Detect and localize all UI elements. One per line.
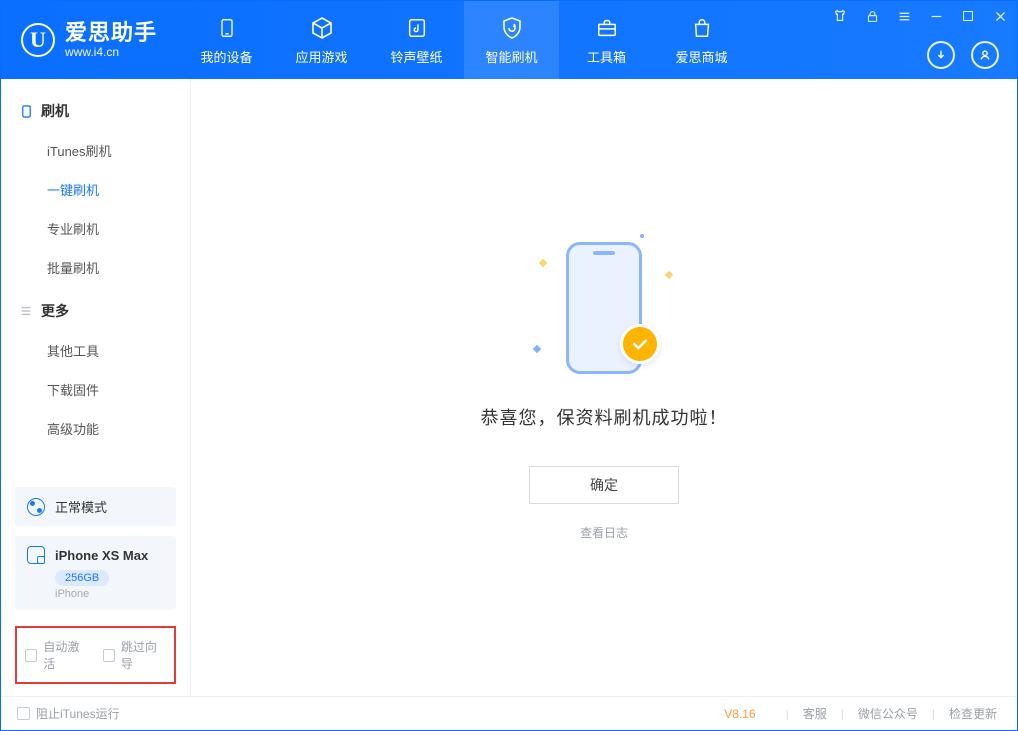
app-url: www.i4.cn [65,46,157,59]
ok-button[interactable]: 确定 [529,466,679,504]
sidebar-group-more: 更多 [1,291,190,331]
music-note-icon [404,15,430,41]
user-account-button[interactable] [971,41,999,69]
footer-link-check-update[interactable]: 检查更新 [945,705,1001,722]
sidebar-item-pro-flash[interactable]: 专业刷机 [1,209,190,248]
footer-link-wechat[interactable]: 微信公众号 [854,705,922,722]
success-illustration [534,234,674,384]
sparkle-icon [533,345,541,353]
sparkle-icon [640,234,644,238]
footer-link-support[interactable]: 客服 [799,705,831,722]
app-name: 爱思助手 [65,21,157,45]
version-label: V8.16 [724,707,755,721]
sidebar: 刷机 iTunes刷机 一键刷机 专业刷机 批量刷机 更多 其他工具 下载固件 … [1,79,191,696]
device-type: iPhone [55,588,164,600]
shopping-bag-icon [689,15,715,41]
footer: 阻止iTunes运行 V8.16 | 客服 | 微信公众号 | 检查更新 [1,696,1017,730]
sidebar-item-itunes-flash[interactable]: iTunes刷机 [1,131,190,170]
view-log-link[interactable]: 查看日志 [580,524,628,541]
main-content: 恭喜您，保资料刷机成功啦！ 确定 查看日志 [191,79,1017,696]
logo-icon: U [21,23,55,57]
mode-icon [27,498,45,516]
options-highlight-box: 自动激活 跳过向导 [15,626,176,684]
sidebar-item-other-tools[interactable]: 其他工具 [1,331,190,370]
sidebar-item-advanced[interactable]: 高级功能 [1,409,190,448]
mode-label: 正常模式 [55,497,107,516]
sidebar-item-download-firmware[interactable]: 下载固件 [1,370,190,409]
app-logo: U 爱思助手 www.i4.cn [1,1,179,79]
nav-smart-flash[interactable]: 智能刷机 [464,1,559,79]
nav-store[interactable]: 爱思商城 [654,1,749,79]
nav-toolbox[interactable]: 工具箱 [559,1,654,79]
list-icon [19,304,33,318]
sidebar-group-flash: 刷机 [1,91,190,131]
sparkle-icon [539,259,547,267]
checkbox-icon [103,649,115,662]
sparkle-icon [665,271,673,279]
maximize-button[interactable] [959,7,977,25]
checkmark-badge-icon [620,324,660,364]
window-controls-bottom [927,41,999,69]
device-card-icon [27,546,45,564]
app-window: U 爱思助手 www.i4.cn 我的设备 应用游戏 铃声壁纸 智能刷机 [0,0,1018,731]
nav-apps-games[interactable]: 应用游戏 [274,1,369,79]
titlebar: U 爱思助手 www.i4.cn 我的设备 应用游戏 铃声壁纸 智能刷机 [1,1,1017,79]
device-capacity: 256GB [55,570,109,586]
device-icon [19,104,33,118]
sidebar-item-batch-flash[interactable]: 批量刷机 [1,248,190,287]
tshirt-icon[interactable] [831,7,849,25]
close-button[interactable] [991,7,1009,25]
checkbox-auto-activate[interactable]: 自动激活 [25,638,89,672]
download-button[interactable] [927,41,955,69]
minimize-button[interactable] [927,7,945,25]
window-controls-top [831,7,1009,25]
body: 刷机 iTunes刷机 一键刷机 专业刷机 批量刷机 更多 其他工具 下载固件 … [1,79,1017,696]
menu-icon[interactable] [895,7,913,25]
sidebar-item-oneclick-flash[interactable]: 一键刷机 [1,170,190,209]
shield-refresh-icon [499,15,525,41]
top-nav: 我的设备 应用游戏 铃声壁纸 智能刷机 工具箱 爱思商城 [179,1,749,79]
device-name: iPhone XS Max [55,548,148,563]
nav-my-device[interactable]: 我的设备 [179,1,274,79]
phone-icon [214,15,240,41]
checkbox-icon [25,649,37,662]
success-message: 恭喜您，保资料刷机成功啦！ [481,404,728,430]
device-card[interactable]: iPhone XS Max 256GB iPhone [15,536,176,610]
mode-card[interactable]: 正常模式 [15,487,176,526]
cube-icon [309,15,335,41]
toolbox-icon [594,15,620,41]
checkbox-icon [17,707,30,720]
checkbox-skip-guide[interactable]: 跳过向导 [103,638,167,672]
lock-icon[interactable] [863,7,881,25]
checkbox-block-itunes[interactable]: 阻止iTunes运行 [17,705,120,722]
nav-ringtones-wallpapers[interactable]: 铃声壁纸 [369,1,464,79]
